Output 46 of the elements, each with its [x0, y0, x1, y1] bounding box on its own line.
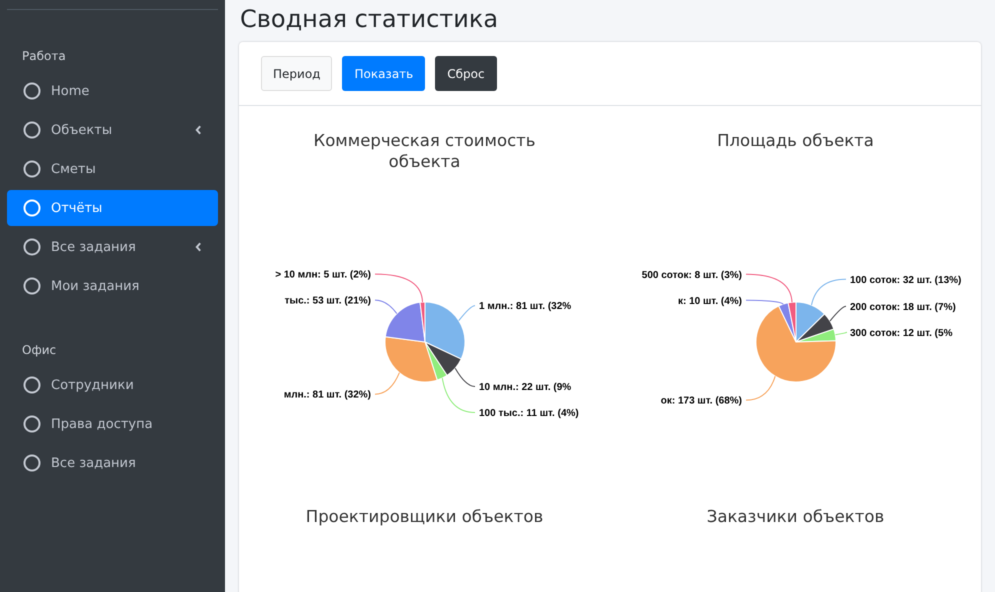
sidebar-item[interactable]: Сотрудники	[7, 367, 218, 403]
leader-line	[745, 376, 776, 401]
chevron-left-icon	[195, 242, 202, 252]
data-label: 100 соток: 32 шт. (13%)	[850, 274, 961, 286]
page-title: Сводная статистика	[240, 4, 500, 34]
chart-title: Заказчики объектов	[706, 506, 886, 528]
circle-icon	[23, 376, 41, 394]
reset-button[interactable]: Сброс	[435, 56, 497, 91]
circle-icon	[23, 277, 41, 295]
chart-title: Коммерческая стоимость объекта	[312, 130, 536, 172]
sidebar-item[interactable]: Мои задания	[7, 268, 218, 304]
data-label: 100 тыс.: 11 шт. (4%)	[478, 408, 578, 420]
period-button[interactable]: Период	[261, 56, 332, 91]
leader-line	[458, 305, 475, 322]
leader-line	[374, 372, 400, 395]
data-label: 500 соток: 8 шт. (3%)	[641, 270, 742, 281]
sidebar-item[interactable]: Права доступа	[7, 406, 218, 442]
data-label: к: 10 шт. (4%)	[677, 296, 742, 307]
sidebar-item[interactable]: Все задания	[7, 445, 218, 481]
data-label: ок: 173 шт. (68%)	[660, 396, 742, 407]
chevron-left-icon	[195, 125, 202, 135]
circle-icon	[23, 454, 41, 472]
data-label: тыс.: 53 шт. (21%)	[284, 296, 370, 307]
data-label: млн.: 81 шт. (32%)	[283, 390, 370, 401]
data-label: 300 соток: 12 шт. (5%	[850, 328, 952, 339]
sidebar-section-header: Работа	[21, 49, 67, 63]
circle-icon	[23, 238, 41, 256]
data-label: 200 соток: 18 шт. (7%)	[850, 302, 956, 313]
data-label: 1 млн.: 81 шт. (32%	[478, 301, 571, 312]
sidebar-item[interactable]: Объекты	[7, 112, 218, 148]
show-button[interactable]: Показать	[342, 56, 426, 91]
chart-title: Площадь объекта	[716, 130, 875, 152]
sidebar-section-header: Офис	[21, 343, 58, 357]
sidebar-item[interactable]: Сметы	[7, 151, 218, 187]
sidebar-item[interactable]: Отчёты	[7, 190, 218, 226]
sidebar-item[interactable]: Home	[7, 73, 218, 109]
circle-icon	[23, 82, 41, 100]
chart-title: Проектировщики объектов	[304, 506, 544, 528]
circle-icon	[23, 160, 41, 178]
data-label: > 10 млн: 5 шт. (2%)	[274, 270, 370, 281]
data-label: 10 млн.: 22 шт. (9%	[478, 382, 571, 394]
circle-icon	[23, 415, 41, 433]
sidebar-item[interactable]: Все задания	[7, 229, 218, 265]
circle-icon	[23, 121, 41, 139]
circle-icon	[23, 199, 41, 217]
leader-line	[834, 332, 847, 336]
